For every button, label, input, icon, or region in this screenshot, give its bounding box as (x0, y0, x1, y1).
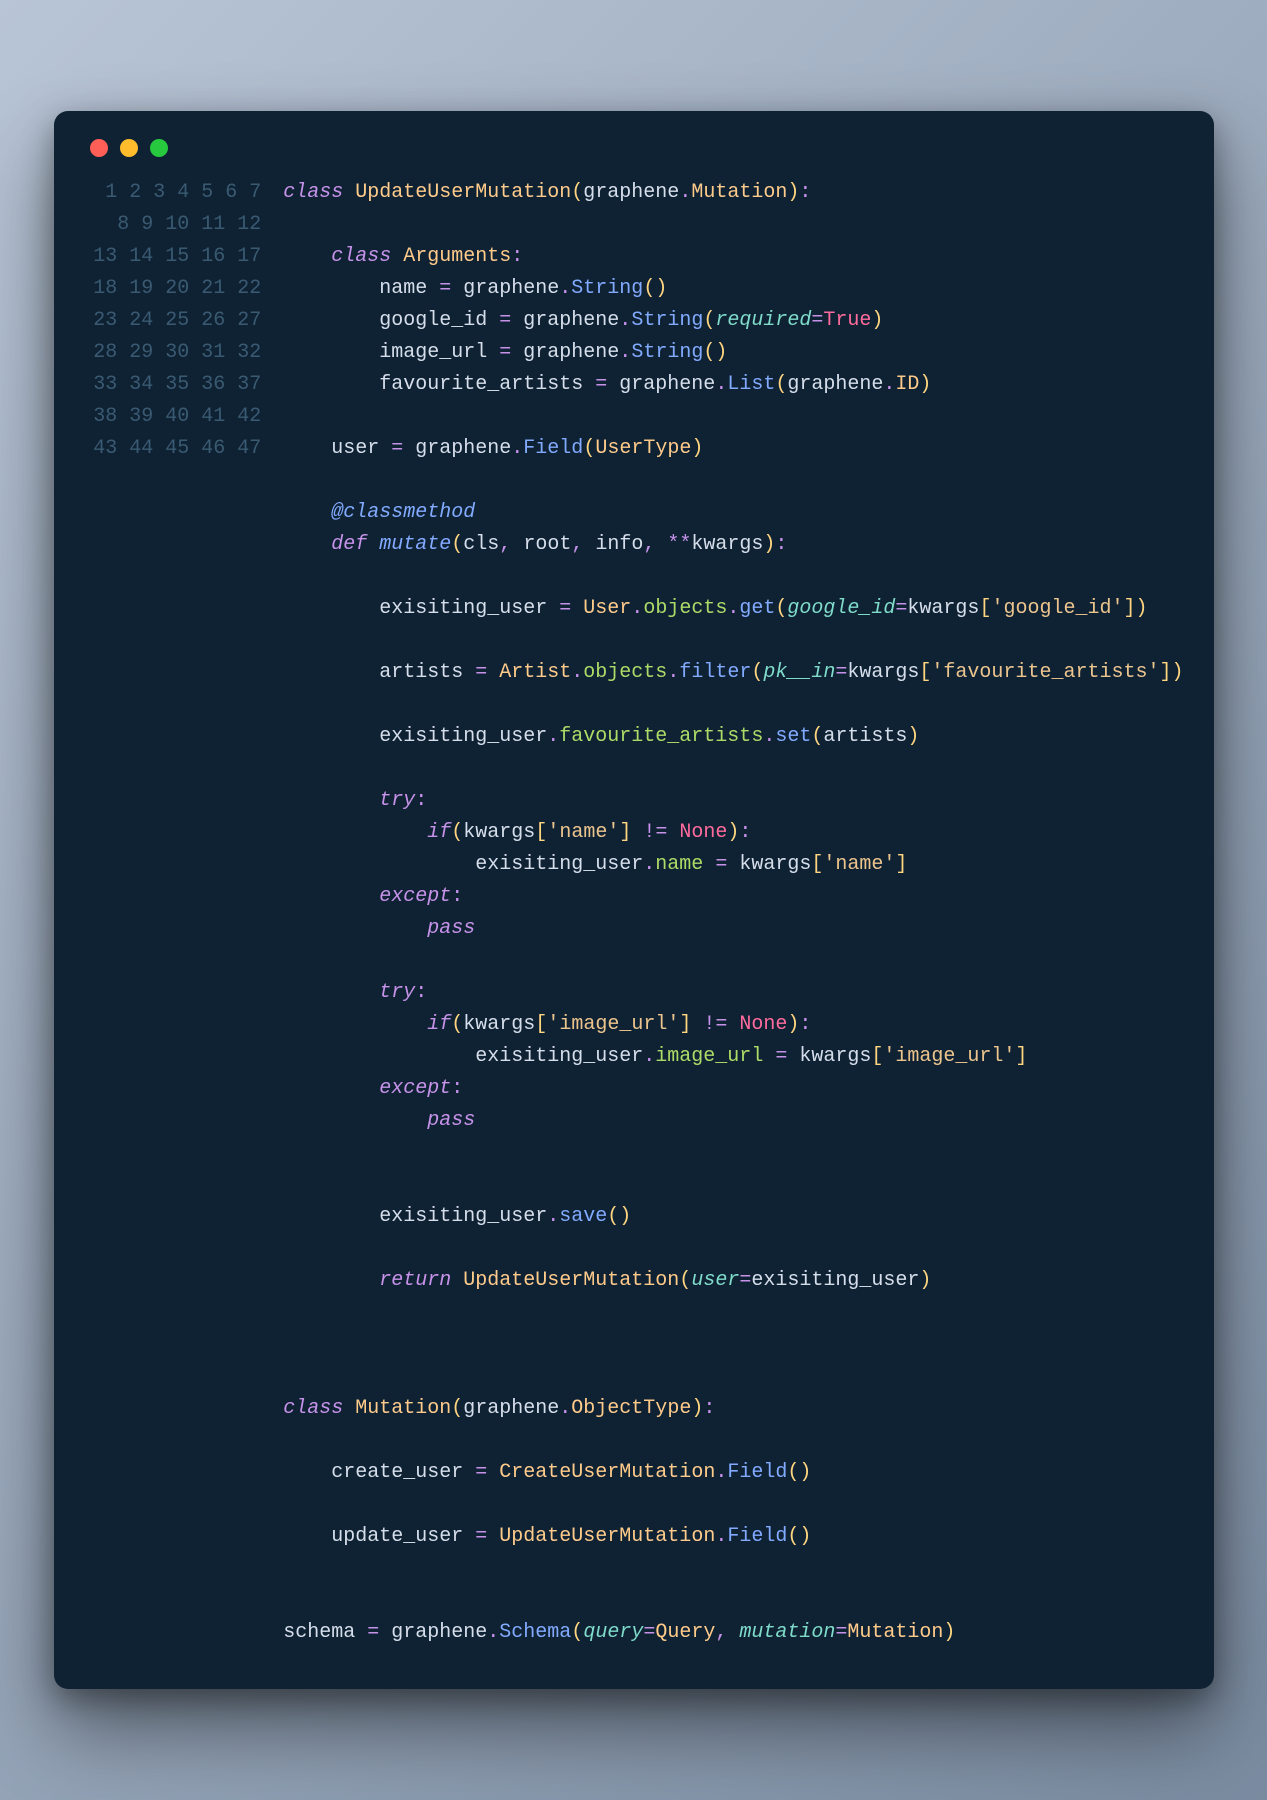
traffic-lights (84, 139, 1184, 157)
code-window: 1 2 3 4 5 6 7 8 9 10 11 12 13 14 15 16 1… (54, 111, 1214, 1689)
line-number-gutter: 1 2 3 4 5 6 7 8 9 10 11 12 13 14 15 16 1… (84, 177, 284, 1649)
close-icon[interactable] (90, 139, 108, 157)
code-content[interactable]: class UpdateUserMutation(graphene.Mutati… (283, 177, 1183, 1649)
code-editor[interactable]: 1 2 3 4 5 6 7 8 9 10 11 12 13 14 15 16 1… (84, 177, 1184, 1649)
zoom-icon[interactable] (150, 139, 168, 157)
minimize-icon[interactable] (120, 139, 138, 157)
